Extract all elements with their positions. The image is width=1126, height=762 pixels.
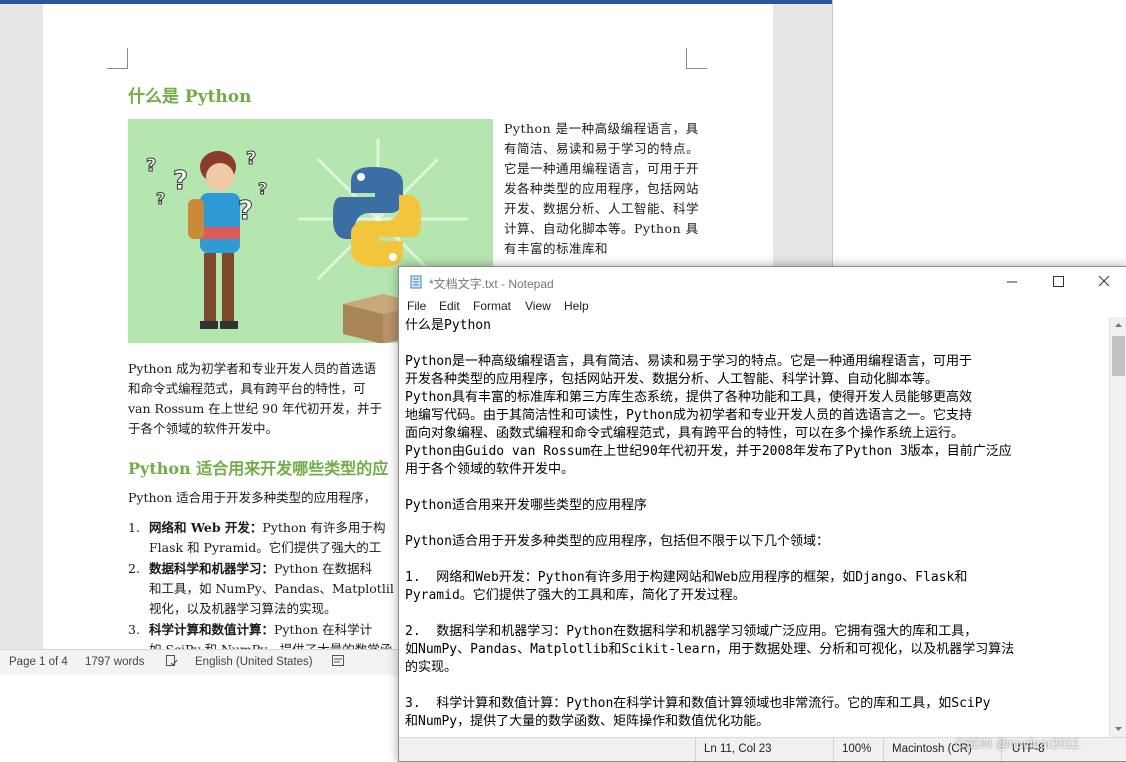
macro-recording-icon[interactable] [331,654,345,667]
doc-heading-what-is-python: 什么是 Python [128,87,252,107]
svg-text:?: ? [156,189,165,208]
doc-paragraph-line: van Rossum 在上世纪 90 年代初开发，并于 [128,401,383,416]
scroll-up-arrow-icon[interactable] [1110,317,1126,334]
list-item-text: Python 在数据科 [274,561,373,576]
notepad-text-content[interactable]: 什么是Python Python是一种高级编程语言，具有简洁、易读和易于学习的特… [405,317,1014,731]
close-icon[interactable] [1081,267,1126,297]
notepad-menu-bar: File Edit Format View Help [399,297,1126,317]
notepad-icon [409,274,423,289]
cursor-position-status: Ln 11, Col 23 [704,743,772,755]
doc-paragraph-line: 于各个领域的软件开发中。 [128,421,279,436]
csdn-watermark: CSDN @nuclear2011 [955,736,1080,751]
notepad-title-bar[interactable]: *文档文字.txt - Notepad [399,267,1126,297]
vertical-scrollbar[interactable] [1109,317,1126,737]
list-item-text: Python 在科学计 [274,622,373,637]
list-item-bold-title: 数据科学和机器学习： [149,561,275,576]
doc-paragraph-line: 和命令式编程范式，具有跨平台的特性，可 [128,381,366,396]
notepad-text-area[interactable]: 什么是Python Python是一种高级编程语言，具有简洁、易读和易于学习的特… [399,317,1109,737]
menu-view[interactable]: View [525,299,551,313]
zoom-status: 100% [842,743,872,755]
list-item-bold-title: 科学计算和数值计算： [149,622,275,637]
doc-paragraph-2: Python 成为初学者和专业开发人员的首选语 和命令式编程范式，具有跨平台的特… [128,359,382,439]
doc-paragraph-line: Python 成为初学者和专业开发人员的首选语 [128,361,377,376]
list-number: 2. [128,561,140,576]
menu-edit[interactable]: Edit [439,299,460,313]
crop-mark-top-right [686,48,707,69]
minimize-icon[interactable] [989,267,1035,297]
scroll-down-arrow-icon[interactable] [1110,720,1126,737]
svg-text:?: ? [173,166,188,196]
doc-paragraph-3: Python 适合用于开发多种类型的应用程序， [128,490,377,505]
scrollbar-thumb[interactable] [1112,336,1125,376]
list-number: 3. [128,622,140,637]
maximize-icon[interactable] [1035,267,1081,297]
proofing-icon[interactable] [165,654,178,667]
menu-format[interactable]: Format [473,299,511,313]
page-count-status[interactable]: Page 1 of 4 [9,656,68,668]
doc-heading-python-uses: Python 适合用来开发哪些类型的应 [128,459,389,478]
status-cell-zoom: 100% [833,738,884,761]
menu-file[interactable]: File [407,299,426,313]
menu-help[interactable]: Help [564,299,589,313]
language-status[interactable]: English (United States) [195,656,313,668]
svg-text:?: ? [238,196,253,226]
svg-text:?: ? [146,155,156,176]
list-item-text: Python 有许多用于构 [262,520,386,535]
list-number: 1. [128,520,140,535]
word-count-status[interactable]: 1797 words [85,656,144,668]
doc-side-paragraph: Python 是一种高级编程语言，具有简洁、易读和易于学习的特点。它是一种通用编… [504,121,700,256]
status-cell-position: Ln 11, Col 23 [695,738,826,761]
list-item-bold-title: 网络和 Web 开发： [149,520,263,535]
svg-text:?: ? [246,148,256,169]
svg-text:?: ? [258,179,267,198]
notepad-window-title: *文档文字.txt - Notepad [429,277,554,291]
crop-mark-top-left [107,48,128,69]
notepad-window: *文档文字.txt - Notepad File Edit Format Vie… [398,266,1126,762]
